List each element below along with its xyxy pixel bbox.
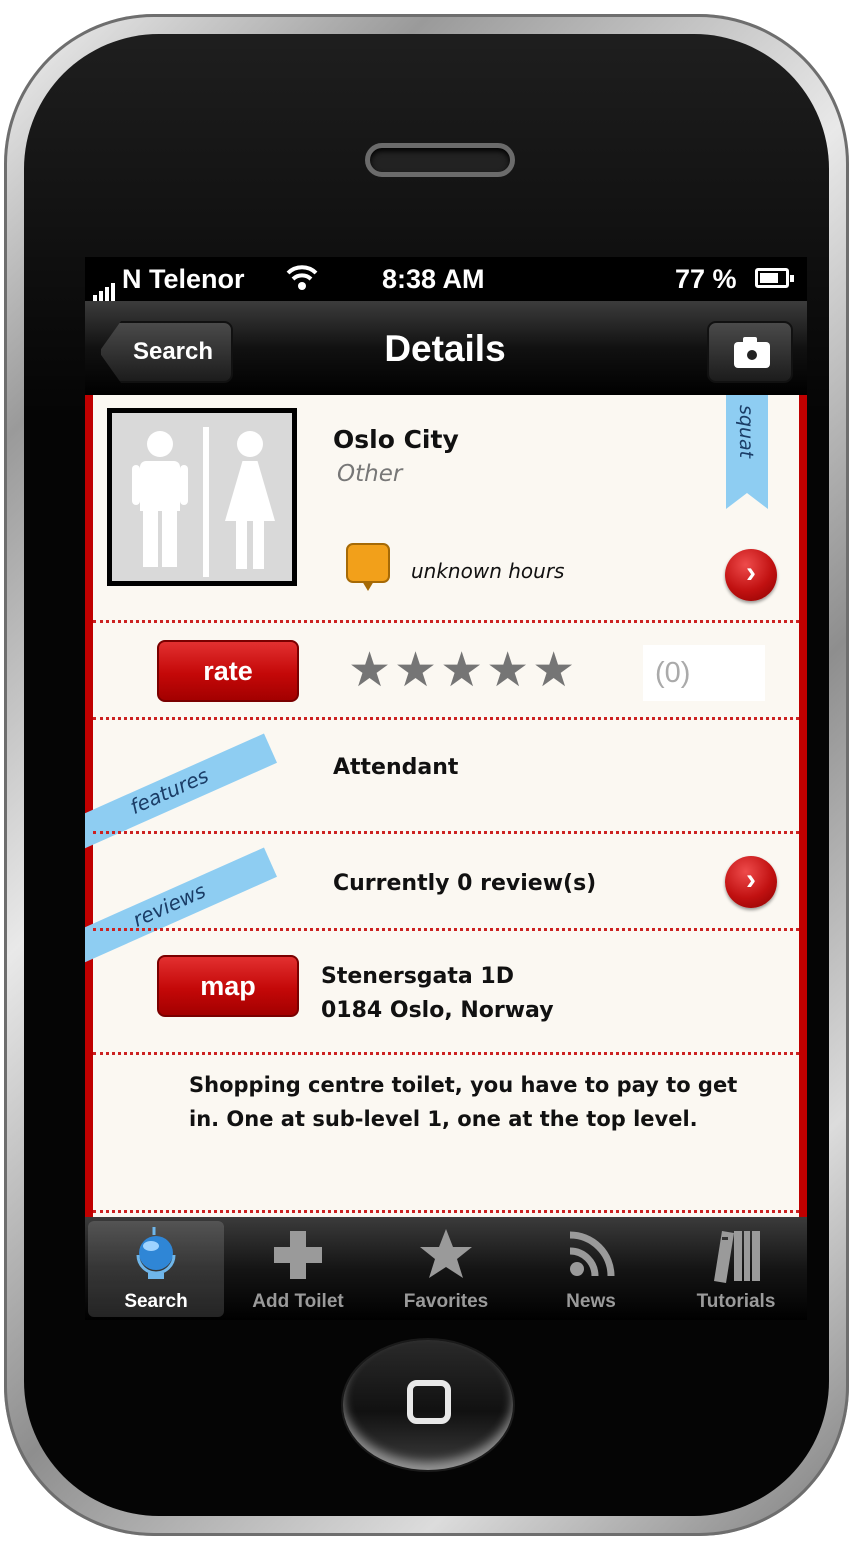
- globe-icon: [88, 1225, 224, 1285]
- details-disclosure-button[interactable]: ›: [725, 549, 777, 601]
- tab-label: News: [566, 1291, 616, 1312]
- squat-ribbon: squat: [726, 395, 768, 509]
- squat-ribbon-label: squat: [735, 405, 757, 459]
- place-name: Oslo City: [333, 425, 459, 454]
- camera-button[interactable]: [707, 321, 793, 383]
- divider: [93, 620, 799, 623]
- rss-icon: [523, 1225, 659, 1285]
- earpiece-speaker: [365, 143, 515, 177]
- carrier-name: N Telenor: [122, 264, 245, 294]
- star-4-icon[interactable]: ★: [486, 642, 532, 698]
- reviews-disclosure-button[interactable]: ›: [725, 856, 777, 908]
- signal-icon: [93, 270, 117, 301]
- rating-stars[interactable]: ★★★★★: [348, 640, 578, 700]
- battery-icon: [755, 268, 794, 288]
- screen: N Telenor 8:38 AM 77 % Search Details Os…: [85, 257, 807, 1320]
- tab-label: Favorites: [403, 1291, 489, 1312]
- divider: [93, 1210, 799, 1213]
- address-street: Stenersgata 1D: [321, 964, 514, 989]
- reviews-ribbon-label: reviews: [129, 878, 210, 932]
- books-icon: [668, 1225, 804, 1285]
- divider: [93, 831, 799, 834]
- description: Shopping centre toilet, you have to pay …: [189, 1073, 738, 1131]
- star-5-icon[interactable]: ★: [532, 642, 578, 698]
- hours-text: unknown hours: [411, 559, 565, 583]
- tab-news[interactable]: News: [523, 1221, 659, 1317]
- camera-icon: [734, 337, 770, 368]
- reviews-ribbon: reviews: [85, 847, 277, 967]
- tab-favorites[interactable]: Favorites: [378, 1221, 514, 1317]
- tab-search[interactable]: Search: [88, 1221, 224, 1317]
- battery-percent: 77 %: [675, 264, 737, 294]
- back-button[interactable]: Search: [99, 321, 233, 383]
- tab-tutorials[interactable]: Tutorials: [668, 1221, 804, 1317]
- rating-count: (0): [655, 657, 691, 689]
- rate-button[interactable]: rate: [157, 640, 299, 702]
- plus-icon: [230, 1225, 366, 1285]
- features-text: Attendant: [333, 755, 459, 780]
- details-content: Oslo City Other squat unknown hours › ra…: [85, 395, 807, 1217]
- tab-bar: Search Add Toilet Favorites News Tutoria…: [85, 1217, 807, 1320]
- tab-label: Add Toilet: [252, 1291, 344, 1312]
- place-type: Other: [337, 461, 403, 487]
- home-button[interactable]: [343, 1340, 513, 1470]
- features-ribbon: features: [85, 733, 277, 853]
- status-time: 8:38 AM: [382, 264, 485, 294]
- tab-add-toilet[interactable]: Add Toilet: [230, 1221, 366, 1317]
- hours-icon: [346, 543, 390, 591]
- tab-label: Tutorials: [696, 1291, 776, 1312]
- address: Stenersgata 1D 0184 Oslo, Norway: [321, 960, 554, 1028]
- page-title: Details: [384, 328, 506, 369]
- toilet-thumbnail: [107, 408, 297, 586]
- star-2-icon[interactable]: ★: [394, 642, 440, 698]
- nav-bar: Search Details: [85, 301, 807, 395]
- tab-label: Search: [124, 1291, 188, 1312]
- address-city: 0184 Oslo, Norway: [321, 998, 554, 1023]
- divider: [93, 1052, 799, 1055]
- star-1-icon[interactable]: ★: [348, 642, 394, 698]
- star-3-icon[interactable]: ★: [440, 642, 486, 698]
- home-square-icon: [407, 1380, 451, 1424]
- map-button[interactable]: map: [157, 955, 299, 1017]
- status-bar: N Telenor 8:38 AM 77 %: [85, 257, 807, 301]
- star-icon: [378, 1225, 514, 1285]
- rating-count-box: (0): [643, 645, 765, 701]
- divider: [93, 928, 799, 931]
- wifi-icon: [285, 261, 319, 299]
- reviews-text: Currently 0 review(s): [333, 871, 597, 896]
- divider: [93, 717, 799, 720]
